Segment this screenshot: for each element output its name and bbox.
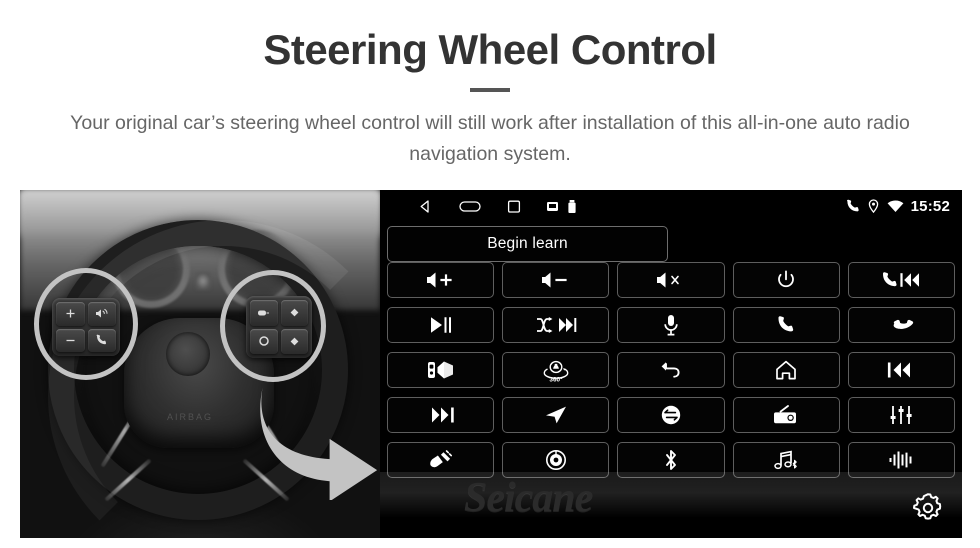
shuffle-next-button[interactable] [502, 307, 610, 343]
source-switch-icon [660, 404, 682, 426]
next-track-icon [427, 406, 455, 424]
wifi-icon [887, 200, 904, 213]
previous-track-button[interactable] [847, 352, 955, 388]
volume-mute-icon [655, 271, 687, 289]
home-house-icon [775, 360, 797, 380]
play-pause-button[interactable] [387, 307, 495, 343]
left-control-pod-highlight [34, 268, 138, 380]
learn-row: Begin learn [380, 222, 962, 262]
phone-previous-icon [881, 271, 921, 289]
hang-up-button[interactable] [847, 307, 955, 343]
cd-disc-icon [545, 449, 567, 471]
navigation-bar [380, 199, 576, 214]
camera-360-button[interactable]: 360° [502, 352, 610, 388]
usb-storage-icon [568, 199, 576, 213]
phone-hangup-icon [888, 317, 914, 333]
back-icon[interactable] [418, 199, 433, 214]
voice-mic-button[interactable] [617, 307, 725, 343]
camera-360-icon: 360° [542, 358, 570, 382]
gear-icon [910, 490, 946, 531]
home-icon[interactable] [459, 199, 481, 214]
usb-plug-icon [428, 450, 454, 470]
back-arrow-icon [660, 361, 682, 379]
power-icon [776, 270, 796, 290]
title-divider [470, 88, 510, 93]
microphone-icon [663, 314, 679, 336]
volume-down-button[interactable] [502, 262, 610, 298]
airbag-label: AIRBAG [166, 412, 213, 422]
location-pin-icon [867, 198, 880, 214]
source-mode-button[interactable] [617, 397, 725, 433]
home-button[interactable] [732, 352, 840, 388]
back-button[interactable] [617, 352, 725, 388]
next-track-button[interactable] [387, 397, 495, 433]
sd-card-icon [547, 201, 558, 211]
page-title: Steering Wheel Control [263, 26, 717, 73]
bluetooth-music-icon [772, 449, 800, 471]
play-pause-icon [428, 316, 454, 334]
airbag-center [166, 332, 210, 376]
volume-up-icon [425, 271, 457, 289]
page-root: Steering Wheel Control Your original car… [0, 0, 980, 548]
status-bar: 15:52 [380, 190, 962, 222]
status-icons: 15:52 [845, 190, 950, 222]
radio-icon [772, 405, 800, 425]
navigation-arrow-icon [544, 405, 568, 425]
phone-answer-icon [776, 315, 796, 335]
bluetooth-icon [663, 449, 679, 471]
swc-key-grid: 360° [387, 262, 955, 478]
previous-track-icon [887, 361, 915, 379]
call-previous-button[interactable] [847, 262, 955, 298]
clock-time: 15:52 [910, 197, 950, 215]
car-speaker-button[interactable] [387, 352, 495, 388]
content-row: AIRBAG 15:52 Begin learn 360° Seicane [20, 190, 962, 538]
volume-up-button[interactable] [387, 262, 495, 298]
svg-text:360°: 360° [549, 376, 563, 383]
answer-call-button[interactable] [732, 307, 840, 343]
equalizer-icon [889, 405, 913, 425]
settings-gear-button[interactable] [908, 490, 948, 530]
audio-waveform-icon [888, 450, 914, 470]
car-speaker-icon [426, 360, 456, 380]
equalizer-button[interactable] [847, 397, 955, 433]
shuffle-next-icon [535, 316, 577, 334]
radio-button[interactable] [732, 397, 840, 433]
page-subtitle: Your original car’s steering wheel contr… [70, 112, 910, 165]
phone-icon [845, 199, 860, 214]
mute-button[interactable] [617, 262, 725, 298]
right-control-pod-highlight [220, 270, 326, 382]
navigation-button[interactable] [502, 397, 610, 433]
volume-down-icon [540, 271, 572, 289]
begin-learn-button[interactable]: Begin learn [387, 226, 668, 262]
header: Steering Wheel Control Your original car… [0, 0, 980, 169]
recents-icon[interactable] [507, 199, 521, 214]
power-button[interactable] [732, 262, 840, 298]
seicane-watermark: Seicane [464, 475, 593, 521]
android-head-unit-panel: 15:52 Begin learn 360° Seicane [380, 190, 962, 538]
steering-wheel-photo: AIRBAG [20, 190, 380, 538]
